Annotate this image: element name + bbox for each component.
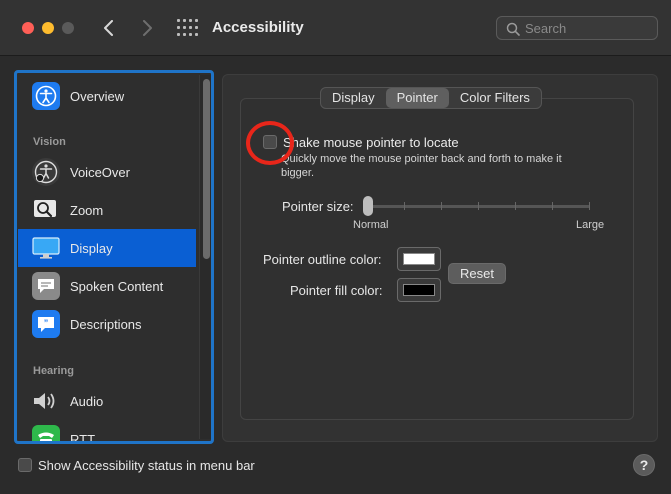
sidebar-item-display[interactable]: Display xyxy=(18,229,196,267)
help-button[interactable]: ? xyxy=(633,454,655,476)
speech-bubble-icon xyxy=(32,272,60,300)
rtt-icon xyxy=(32,425,60,441)
accessibility-icon xyxy=(32,82,60,110)
pointer-size-slider-thumb[interactable] xyxy=(363,196,373,216)
pointer-size-min-label: Normal xyxy=(353,219,389,231)
forward-button[interactable] xyxy=(136,14,160,42)
sidebar-item-spoken-content[interactable]: Spoken Content xyxy=(18,267,196,305)
zoom-window-button[interactable] xyxy=(62,22,74,34)
svg-text:”: ” xyxy=(44,318,49,328)
tab-bar: Display Pointer Color Filters xyxy=(320,87,542,109)
sidebar-item-audio[interactable]: Audio xyxy=(18,382,196,420)
minimize-window-button[interactable] xyxy=(42,22,54,34)
sidebar-item-label: Display xyxy=(70,240,113,256)
sidebar-item-label: RTT xyxy=(70,431,96,444)
sidebar-item-zoom[interactable]: Zoom xyxy=(18,191,196,229)
pointer-size-max-label: Large xyxy=(576,219,605,231)
slider-tick xyxy=(478,202,479,210)
sidebar-scrollbar[interactable] xyxy=(199,75,211,439)
section-heading-vision: Vision xyxy=(33,136,66,148)
sidebar-item-label: Audio xyxy=(70,393,104,409)
fill-color-swatch xyxy=(403,284,435,296)
outline-color-swatch xyxy=(403,253,435,265)
sidebar-item-overview[interactable]: Overview xyxy=(18,77,196,115)
shake-pointer-description: Quickly move the mouse pointer back and … xyxy=(281,153,562,179)
slider-tick xyxy=(515,202,516,210)
zoom-icon xyxy=(32,196,60,224)
speaker-icon xyxy=(32,387,60,415)
window-title: Accessibility xyxy=(212,19,304,36)
chevron-left-icon xyxy=(104,20,113,36)
slider-tick xyxy=(552,202,553,210)
pointer-outline-color-well[interactable] xyxy=(397,247,441,271)
scrollbar-thumb[interactable] xyxy=(203,79,210,259)
sidebar-item-label: Spoken Content xyxy=(70,278,164,294)
search-icon xyxy=(506,22,520,36)
search-field[interactable] xyxy=(496,16,658,40)
slider-tick xyxy=(441,202,442,210)
tab-pointer[interactable]: Pointer xyxy=(385,88,449,108)
pointer-fill-color-well[interactable] xyxy=(397,278,441,302)
reset-colors-button[interactable]: Reset xyxy=(448,263,506,284)
highlight-annotation-circle xyxy=(246,121,294,165)
show-status-checkbox[interactable] xyxy=(18,458,32,472)
tab-color-filters[interactable]: Color Filters xyxy=(449,88,541,108)
pointer-fill-color-label: Pointer fill color: xyxy=(290,283,383,298)
pointer-outline-color-label: Pointer outline color: xyxy=(263,252,382,267)
title-bar: Accessibility xyxy=(0,0,671,56)
sidebar-item-label: Descriptions xyxy=(70,316,142,332)
sidebar-item-label: Overview xyxy=(70,88,125,104)
slider-tick xyxy=(589,202,590,210)
sidebar-item-voiceover[interactable]: VoiceOver xyxy=(18,153,196,191)
pointer-size-label: Pointer size: xyxy=(282,199,354,214)
sidebar: Overview Vision VoiceOver Zoom Display S… xyxy=(14,70,214,444)
search-input[interactable] xyxy=(525,20,653,37)
back-button[interactable] xyxy=(98,14,122,42)
sidebar-item-rtt[interactable]: RTT xyxy=(18,420,196,444)
pointer-size-slider[interactable] xyxy=(368,205,590,208)
slider-tick xyxy=(404,202,405,210)
show-all-grid-button[interactable] xyxy=(176,18,198,40)
tab-display[interactable]: Display xyxy=(321,88,386,108)
chevron-right-icon xyxy=(143,20,152,36)
show-status-label: Show Accessibility status in menu bar xyxy=(38,458,255,473)
descriptions-icon: ” xyxy=(32,310,60,338)
shake-pointer-label: Shake mouse pointer to locate xyxy=(283,135,459,150)
close-window-button[interactable] xyxy=(22,22,34,34)
sidebar-item-descriptions[interactable]: ” Descriptions xyxy=(18,305,196,343)
display-icon xyxy=(32,234,60,262)
voiceover-icon xyxy=(32,158,60,186)
section-heading-hearing: Hearing xyxy=(33,365,74,377)
sidebar-item-label: VoiceOver xyxy=(70,164,130,180)
sidebar-item-label: Zoom xyxy=(70,202,104,218)
